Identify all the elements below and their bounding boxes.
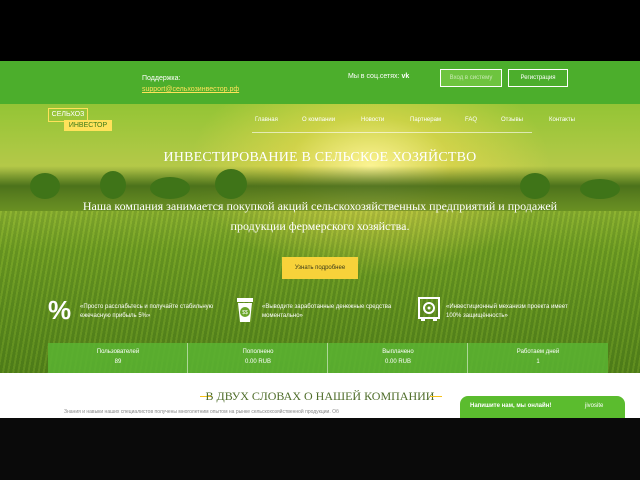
stat-users: Пользователей 89 xyxy=(48,343,188,373)
stat-paid: Выплачено 0.00 RUB xyxy=(328,343,468,373)
title-rule-right xyxy=(430,396,442,397)
bottom-letterbox xyxy=(0,418,640,480)
about-text: Знания и навыки наших специалистов получ… xyxy=(64,409,339,415)
nav-item-reviews[interactable]: Отзывы xyxy=(501,117,523,123)
nav-item-faq[interactable]: FAQ xyxy=(465,117,477,123)
nav-item-home[interactable]: Главная xyxy=(255,117,278,123)
chat-widget[interactable]: Напишите нам, мы онлайн! jivosite xyxy=(460,396,625,418)
top-letterbox xyxy=(0,0,640,61)
nav-item-news[interactable]: Новости xyxy=(361,117,384,123)
feature-text-withdraw: «Выводите заработанные денежные средства… xyxy=(262,304,392,319)
svg-text:$$: $$ xyxy=(242,310,248,316)
nav-divider xyxy=(252,132,532,133)
top-bar: Поддержка: support@сельхозинвестор.рф Мы… xyxy=(0,61,640,104)
percent-icon: % xyxy=(48,295,72,325)
site-logo[interactable]: СЕЛЬХОЗ ИНВЕСТОР xyxy=(48,108,112,132)
safe-icon xyxy=(418,297,440,326)
nav-item-partners[interactable]: Партнерам xyxy=(410,117,441,123)
stat-deposited: Пополнено 0.00 RUB xyxy=(188,343,328,373)
coffee-cup-icon: $$ xyxy=(234,297,256,328)
stats-bar: Пользователей 89 Пополнено 0.00 RUB Выпл… xyxy=(48,343,608,373)
hero-title: ИНВЕСТИРОВАНИЕ В СЕЛЬСКОЕ ХОЗЯЙСТВО xyxy=(163,150,477,165)
web-page: Поддержка: support@сельхозинвестор.рф Мы… xyxy=(0,61,640,418)
login-button[interactable]: Вход в систему xyxy=(440,69,502,87)
feature-text-profit: «Просто расслабьтесь и получайте стабиль… xyxy=(80,304,214,319)
hero-description-line2: продукции фермерского хозяйства. xyxy=(230,219,410,233)
stat-days: Работаем дней 1 xyxy=(516,349,560,365)
hero-description-line1: Наша компания занимается покупкой акций … xyxy=(82,199,558,213)
chat-brand: jivosite xyxy=(585,403,604,409)
social-label: Мы в соц.сетях: vk xyxy=(348,73,410,80)
logo-text-bottom: ИНВЕСТОР xyxy=(64,120,112,131)
nav-item-contacts[interactable]: Контакты xyxy=(549,117,575,123)
vk-icon[interactable]: vk xyxy=(401,73,409,80)
feature-text-security: «Инвестиционный механизм проекта имеет 1… xyxy=(446,304,568,319)
support-email-link[interactable]: support@сельхозинвестор.рф xyxy=(142,86,239,93)
register-button[interactable]: Регистрация xyxy=(508,69,568,87)
learn-more-button[interactable]: Узнать подробнее xyxy=(282,257,358,279)
chat-label: Напишите нам, мы онлайн! xyxy=(470,403,552,409)
support-label: Поддержка: xyxy=(142,75,181,82)
nav-item-about[interactable]: О компании xyxy=(302,117,335,123)
